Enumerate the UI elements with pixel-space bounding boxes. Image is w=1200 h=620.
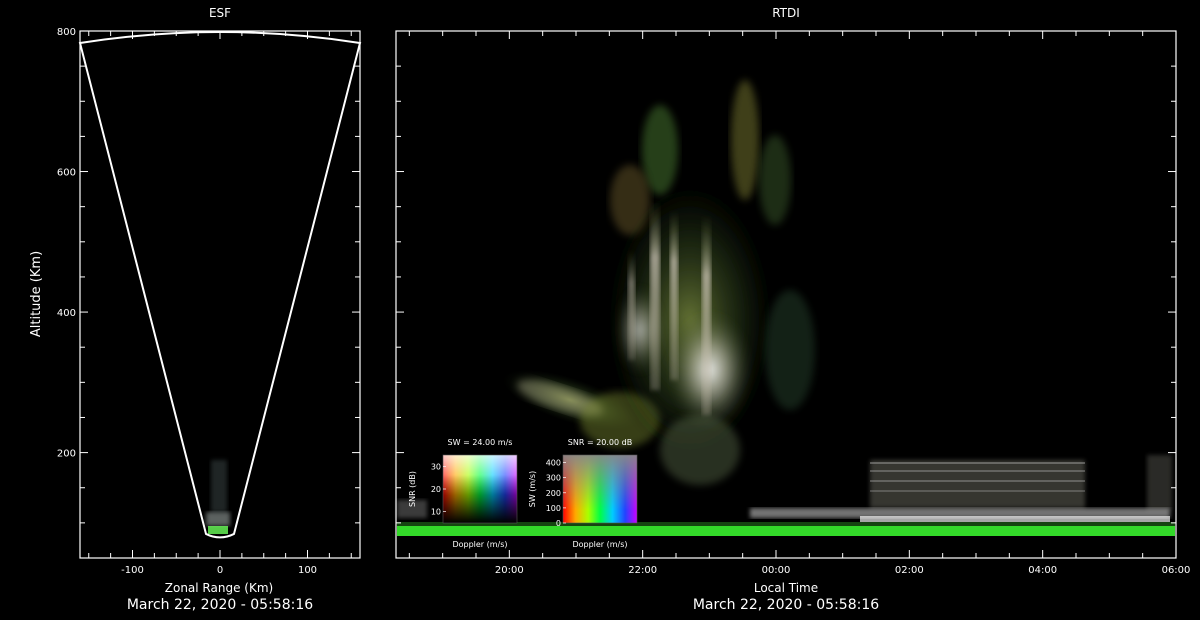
rtdi-x-tick-label: 00:00 [762, 565, 791, 576]
snr-legend-x-label: Doppler (m/s) [572, 540, 627, 549]
snr-legend-tick-label: 0 [556, 519, 561, 528]
esf-y-axis: 200 400 600 800 [57, 27, 360, 524]
sw-legend-x-label: Doppler (m/s) [452, 540, 507, 549]
esf-title: ESF [209, 6, 231, 20]
rtdi-x-tick-label: 06:00 [1162, 565, 1191, 576]
rtdi-x-label: Local Time [754, 581, 818, 595]
esf-y-tick-label: 200 [57, 449, 76, 460]
esf-x-tick-label: 100 [298, 565, 317, 576]
rtdi-title: RTDI [772, 6, 800, 20]
esf-x-label: Zonal Range (Km) [165, 581, 273, 595]
snr-legend-tick-label: 400 [546, 459, 561, 468]
snr-legend-tick-label: 100 [546, 504, 561, 513]
rtdi-x-tick-label: 02:00 [895, 565, 924, 576]
rtdi-x-tick-label: 22:00 [628, 565, 657, 576]
sw-legend-tick-label: 10 [431, 508, 441, 517]
esf-timestamp: March 22, 2020 - 05:58:16 [126, 597, 314, 613]
esf-panel: ESF 200 400 600 800 -100 0 100 Zonal Range (K… [29, 6, 362, 595]
sw-legend-y-label: SNR (dB) [408, 471, 417, 507]
snr-legend-tick-label: 200 [546, 489, 561, 498]
esf-x-tick-label: -100 [121, 565, 144, 576]
rtdi-x-tick-label: 04:00 [1028, 565, 1057, 576]
esf-y-tick-label: 600 [57, 168, 76, 179]
sw-legend-title: SW = 24.00 m/s [448, 438, 513, 447]
esf-x-tick-label: 0 [217, 565, 223, 576]
snr-legend-tick-label: 300 [546, 474, 561, 483]
esf-echo [206, 460, 230, 534]
esf-y-tick-label: 800 [57, 27, 76, 38]
snr-legend-title: SNR = 20.00 dB [568, 438, 632, 447]
rtdi-timestamp: March 22, 2020 - 05:58:16 [692, 597, 880, 613]
rtdi-panel: RTDI SW = 24.00 m/s 102030 SNR (dB) Dopp… [395, 6, 1191, 595]
sw-legend-tick-label: 20 [431, 485, 441, 494]
esf-rtdi-figure: ESF 200400600800 -100 0 100 Zonal Range (K… [29, 6, 1191, 595]
sw-legend-tick-label: 30 [431, 462, 441, 471]
esf-y-label: Altitude (Km) [29, 251, 44, 337]
esf-y-tick-label: 400 [57, 308, 76, 319]
snr-legend-y-label: SW (m/s) [528, 471, 537, 507]
rtdi-x-tick-label: 20:00 [495, 565, 524, 576]
